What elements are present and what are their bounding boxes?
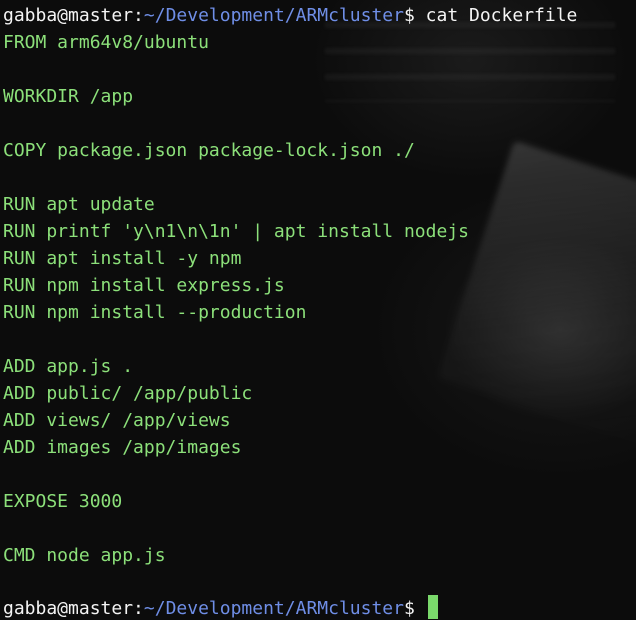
prompt-user-host: gabba@master [3, 598, 134, 619]
file-line: ADD app.js . [3, 356, 134, 377]
file-line: RUN npm install --production [3, 302, 307, 323]
file-line [3, 461, 577, 488]
file-line [3, 326, 577, 353]
text-cursor[interactable] [427, 595, 438, 619]
prompt-user-host: gabba@master [3, 5, 134, 26]
prompt-colon: : [133, 5, 144, 26]
prompt-path: ~/Development/ARMcluster [143, 5, 404, 26]
file-line [3, 164, 577, 191]
prompt-path: ~/Development/ARMcluster [143, 598, 404, 619]
prompt-colon: : [133, 598, 144, 619]
file-line [3, 110, 577, 137]
file-line: EXPOSE 3000 [3, 491, 123, 512]
file-line: FROM arm64v8/ubuntu [3, 32, 209, 53]
file-line [3, 56, 577, 83]
file-line: COPY package.json package-lock.json ./ [3, 140, 415, 161]
prompt-dollar: $ [403, 598, 415, 619]
file-line: RUN apt update [3, 194, 155, 215]
file-line: WORKDIR /app [3, 86, 134, 107]
active-prompt-line[interactable]: gabba@master:~/Development/ARMcluster$ [3, 595, 438, 620]
file-line: ADD images /app/images [3, 437, 242, 458]
file-line: ADD public/ /app/public [3, 383, 253, 404]
file-line: RUN printf 'y\n1\n\1n' | apt install nod… [3, 221, 469, 242]
file-line [3, 515, 577, 542]
file-line: RUN npm install express.js [3, 275, 285, 296]
file-line: CMD node app.js [3, 545, 166, 566]
file-line: RUN apt install -y npm [3, 248, 242, 269]
command-line: gabba@master:~/Development/ARMcluster$ c… [3, 2, 577, 29]
terminal-window[interactable]: gabba@master:~/Development/ARMcluster$ c… [0, 0, 636, 620]
command-text: cat Dockerfile [414, 5, 578, 26]
file-line: ADD views/ /app/views [3, 410, 231, 431]
prompt-dollar: $ [403, 5, 415, 26]
terminal-output: gabba@master:~/Development/ARMcluster$ c… [3, 2, 577, 569]
